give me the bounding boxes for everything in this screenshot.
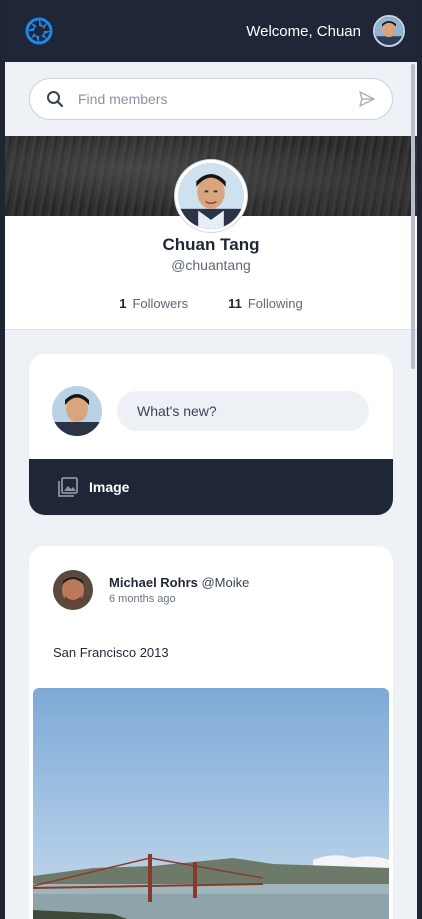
activity-post: Michael Rohrs @Moike 6 months ago San Fr… (29, 546, 393, 919)
post-timestamp[interactable]: 6 months ago (109, 593, 176, 605)
followers-count: 1 (119, 296, 127, 311)
following-link[interactable]: 11 Following (228, 296, 303, 311)
post-photo[interactable] (33, 688, 389, 919)
followers-link[interactable]: 1 Followers (119, 296, 188, 311)
image-button-label[interactable]: Image (89, 479, 129, 495)
welcome-area: Welcome, Chuan (246, 15, 405, 47)
post-author: Michael Rohrs @Moike (109, 575, 249, 590)
image-icon[interactable] (57, 476, 79, 498)
search-bar[interactable] (29, 78, 393, 120)
scrollbar-thumb[interactable] (411, 64, 415, 369)
composer-toolbar: Image (29, 459, 393, 515)
profile-name: Chuan Tang (162, 235, 260, 254)
post-text: San Francisco 2013 (53, 645, 169, 660)
user-avatar[interactable] (373, 15, 405, 47)
post-author-name[interactable]: Michael Rohrs (109, 575, 198, 590)
member-search (29, 78, 393, 120)
search-icon (47, 91, 64, 108)
profile-card (5, 216, 417, 330)
profile-stats: 1 Followers 11 Following (5, 296, 417, 311)
whats-new-input[interactable]: What's new? (117, 391, 369, 431)
top-navbar: Welcome, Chuan (5, 0, 417, 62)
post-author-avatar[interactable] (53, 570, 93, 610)
followers-label: Followers (132, 296, 189, 311)
app-frame: Welcome, Chuan Find members Chuan Tang @… (5, 0, 417, 919)
profile-avatar[interactable] (175, 160, 247, 232)
profile-handle: @chuantang (171, 257, 251, 273)
following-label: Following (247, 296, 303, 311)
composer-avatar (52, 386, 102, 436)
search-input[interactable] (78, 91, 358, 107)
following-count: 11 (228, 296, 242, 311)
welcome-text: Welcome, Chuan (246, 22, 361, 40)
post-author-handle[interactable]: @Moike (201, 575, 249, 590)
send-icon[interactable] (358, 90, 376, 108)
post-composer: What's new? Image (29, 354, 393, 515)
aperture-logo-icon[interactable] (25, 17, 53, 45)
